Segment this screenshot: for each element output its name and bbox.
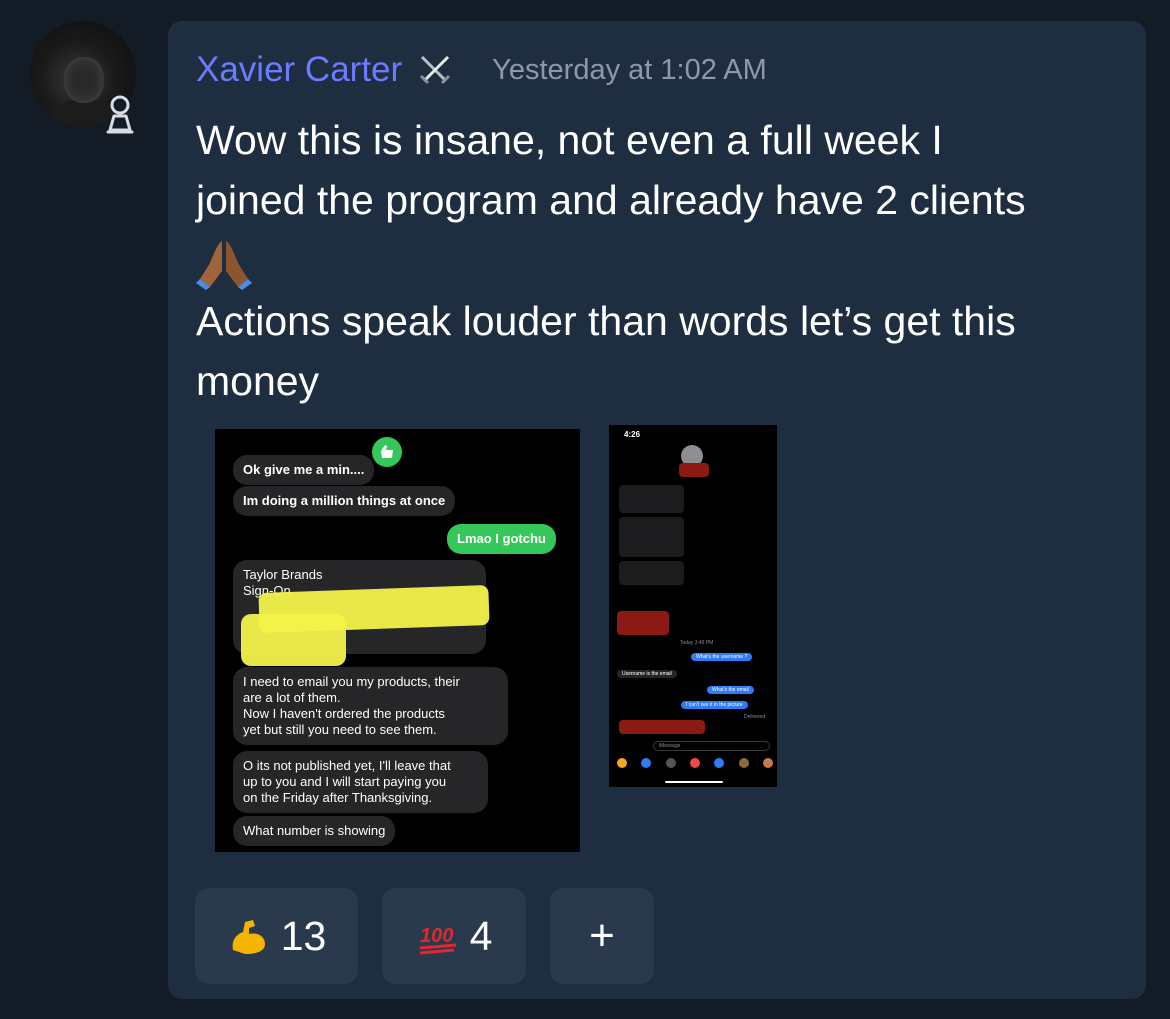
add-reaction-button[interactable]: + <box>550 888 654 984</box>
message-line: joined the program and already have 2 cl… <box>196 177 1026 223</box>
reaction-flexed-biceps[interactable]: 13 <box>195 888 358 984</box>
message-emoji-line <box>196 230 1126 291</box>
chat-bubble: I need to email you my products, their a… <box>233 667 508 745</box>
highlight-redaction <box>241 614 346 666</box>
attachment-image-imessage[interactable]: 4:26 Today 3:49 PM What's the username ?… <box>609 425 777 787</box>
add-reaction-label: + <box>589 911 615 960</box>
message-line: Wow this is insane, not even a full week… <box>196 117 943 163</box>
pawn-icon <box>106 95 134 134</box>
message-line: Actions speak louder than words let’s ge… <box>196 298 1016 345</box>
home-indicator <box>665 781 723 783</box>
avatar-face <box>64 57 104 103</box>
crossed-swords-icon <box>420 55 451 85</box>
status-time: 4:26 <box>624 430 641 439</box>
chat-bubble-sent: Lmao I gotchu <box>447 524 556 554</box>
sent-bubble: What's the username ? <box>691 653 753 661</box>
image-preview <box>619 561 684 585</box>
redaction-mark <box>617 611 669 635</box>
sent-bubble: What's the email <box>707 686 754 694</box>
folded-hands-icon <box>196 241 252 291</box>
message-line: money <box>196 358 320 405</box>
attachment-image-chat[interactable]: Ok give me a min.... Im doing a million … <box>215 429 580 852</box>
chat-bubble: Im doing a million things at once <box>233 486 456 516</box>
message-input: iMessage <box>653 741 770 751</box>
sent-bubble: I can't see it in the picture <box>681 701 748 709</box>
svg-text:100: 100 <box>420 925 453 947</box>
delivered-label: Delivered <box>744 714 766 720</box>
thumbs-up-icon <box>372 437 402 467</box>
redaction-mark <box>679 463 709 477</box>
chat-bubble: What number is showing <box>233 816 396 846</box>
image-preview <box>619 517 684 557</box>
reaction-count: 13 <box>280 912 327 959</box>
chat-bubble: O its not published yet, I'll leave that… <box>233 751 488 813</box>
message-body: Wow this is insane, not even a full week… <box>196 110 1126 411</box>
app-strip <box>617 758 773 768</box>
timestamp: Yesterday at 1:02 AM <box>492 53 767 86</box>
received-bubble: Username is the email <box>617 670 677 678</box>
author-name[interactable]: Xavier Carter <box>196 50 402 90</box>
message-header: Xavier Carter Yesterday at 1:02 AM <box>196 50 767 90</box>
hundred-points-icon: 100 <box>419 925 456 955</box>
flexed-biceps-icon <box>232 920 265 954</box>
image-preview <box>619 485 684 513</box>
reaction-count: 4 <box>469 912 493 959</box>
chat-bubble: Ok give me a min.... <box>233 455 375 485</box>
redaction-mark <box>619 720 705 734</box>
day-label: Today 3:49 PM <box>680 640 714 646</box>
reaction-hundred-points[interactable]: 100 4 <box>382 888 526 984</box>
